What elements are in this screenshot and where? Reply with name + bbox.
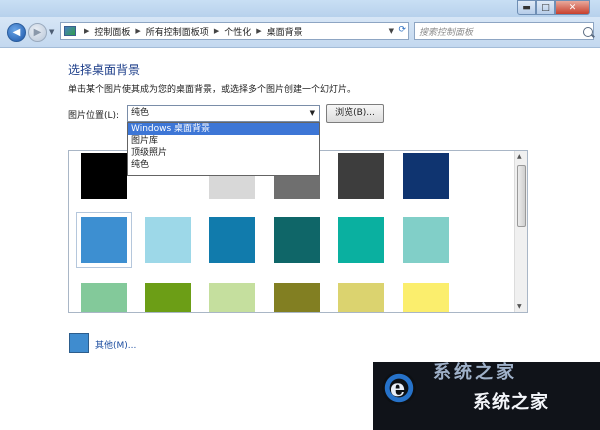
back-arrow-icon: ◀ bbox=[12, 27, 21, 38]
search-input[interactable]: 搜索控制面板 bbox=[414, 22, 594, 40]
color-swatch[interactable] bbox=[145, 217, 191, 263]
color-swatch[interactable] bbox=[81, 153, 127, 199]
address-dropdown-icon[interactable]: ▼ bbox=[389, 27, 394, 35]
picture-location-value: 纯色 bbox=[131, 108, 150, 118]
breadcrumb-separator-icon[interactable]: ▶ bbox=[135, 27, 140, 35]
color-swatch[interactable] bbox=[209, 217, 255, 263]
picture-location-options: Windows 桌面背景 图片库 顶级照片 纯色 bbox=[127, 122, 320, 176]
other-color-link[interactable]: 其他(M)... bbox=[95, 338, 136, 351]
page-title: 选择桌面背景 bbox=[68, 63, 141, 77]
color-swatch[interactable] bbox=[403, 153, 449, 199]
color-swatch[interactable] bbox=[145, 283, 191, 312]
location-option-pictures-library[interactable]: 图片库 bbox=[128, 135, 319, 147]
chevron-down-icon: ▼ bbox=[309, 109, 315, 117]
color-swatch[interactable] bbox=[81, 283, 127, 312]
color-swatch[interactable] bbox=[403, 283, 449, 312]
control-panel-icon bbox=[64, 26, 76, 36]
search-icon[interactable] bbox=[583, 27, 593, 37]
location-option-top-rated-photos[interactable]: 顶级照片 bbox=[128, 147, 319, 159]
color-swatch[interactable] bbox=[209, 283, 255, 312]
gallery-scrollbar[interactable]: ▲ ▼ bbox=[514, 151, 527, 312]
location-option-windows-backgrounds[interactable]: Windows 桌面背景 bbox=[128, 123, 319, 135]
color-swatch[interactable] bbox=[338, 283, 384, 312]
minimize-button[interactable]: ▬ bbox=[517, 0, 536, 15]
minimize-icon: ▬ bbox=[522, 2, 531, 13]
instruction-text: 单击某个图片使其成为您的桌面背景，或选择多个图片创建一个幻灯片。 bbox=[68, 85, 357, 95]
picture-location-label: 图片位置(L): bbox=[68, 111, 120, 121]
maximize-icon: □ bbox=[541, 2, 550, 13]
close-icon: ✕ bbox=[568, 2, 577, 13]
breadcrumb-control-panel[interactable]: 控制面板 bbox=[94, 25, 130, 38]
forward-button[interactable]: ▶ bbox=[28, 23, 47, 42]
breadcrumb-desktop-background[interactable]: 桌面背景 bbox=[267, 25, 303, 38]
color-swatch[interactable] bbox=[403, 217, 449, 263]
breadcrumb-separator-icon[interactable]: ▶ bbox=[84, 27, 89, 35]
color-swatch[interactable] bbox=[274, 283, 320, 312]
other-color-swatch[interactable] bbox=[69, 333, 89, 353]
refresh-icon[interactable]: ⟳ bbox=[398, 25, 406, 35]
watermark-e-glyph: e bbox=[390, 373, 406, 402]
recent-pages-dropdown[interactable]: ▼ bbox=[49, 28, 54, 36]
color-swatch[interactable] bbox=[76, 212, 132, 268]
address-bar[interactable]: ▶ 控制面板 ▶ 所有控制面板项 ▶ 个性化 ▶ 桌面背景 ▼ ⟳ bbox=[60, 22, 409, 40]
close-button[interactable]: ✕ bbox=[555, 0, 590, 15]
color-swatch[interactable] bbox=[338, 217, 384, 263]
color-swatch[interactable] bbox=[274, 217, 320, 263]
maximize-button[interactable]: □ bbox=[536, 0, 555, 15]
scrollbar-thumb[interactable] bbox=[517, 165, 526, 227]
picture-location-select[interactable]: 纯色 ▼ bbox=[127, 105, 320, 122]
breadcrumb-all-items[interactable]: 所有控制面板项 bbox=[146, 25, 209, 38]
watermark-banner: 系统之家 e 系统之家 bbox=[373, 362, 600, 430]
browse-button[interactable]: 浏览(B)... bbox=[326, 104, 384, 123]
navigation-bar: ◀ ▶ ▼ ▶ 控制面板 ▶ 所有控制面板项 ▶ 个性化 ▶ 桌面背景 ▼ ⟳ … bbox=[0, 17, 600, 48]
breadcrumb-separator-icon[interactable]: ▶ bbox=[214, 27, 219, 35]
watermark-faded-text: 系统之家 bbox=[433, 362, 517, 383]
watermark-text: 系统之家 bbox=[473, 392, 549, 413]
scroll-up-icon[interactable]: ▲ bbox=[517, 153, 522, 160]
breadcrumb-separator-icon[interactable]: ▶ bbox=[256, 27, 261, 35]
title-bar: ▬ □ ✕ bbox=[0, 0, 600, 17]
forward-arrow-icon: ▶ bbox=[33, 27, 42, 38]
color-swatch[interactable] bbox=[338, 153, 384, 199]
location-option-solid-colors[interactable]: 纯色 bbox=[128, 159, 319, 171]
back-button[interactable]: ◀ bbox=[7, 23, 26, 42]
scroll-down-icon[interactable]: ▼ bbox=[517, 303, 522, 310]
breadcrumb-personalization[interactable]: 个性化 bbox=[224, 25, 251, 38]
